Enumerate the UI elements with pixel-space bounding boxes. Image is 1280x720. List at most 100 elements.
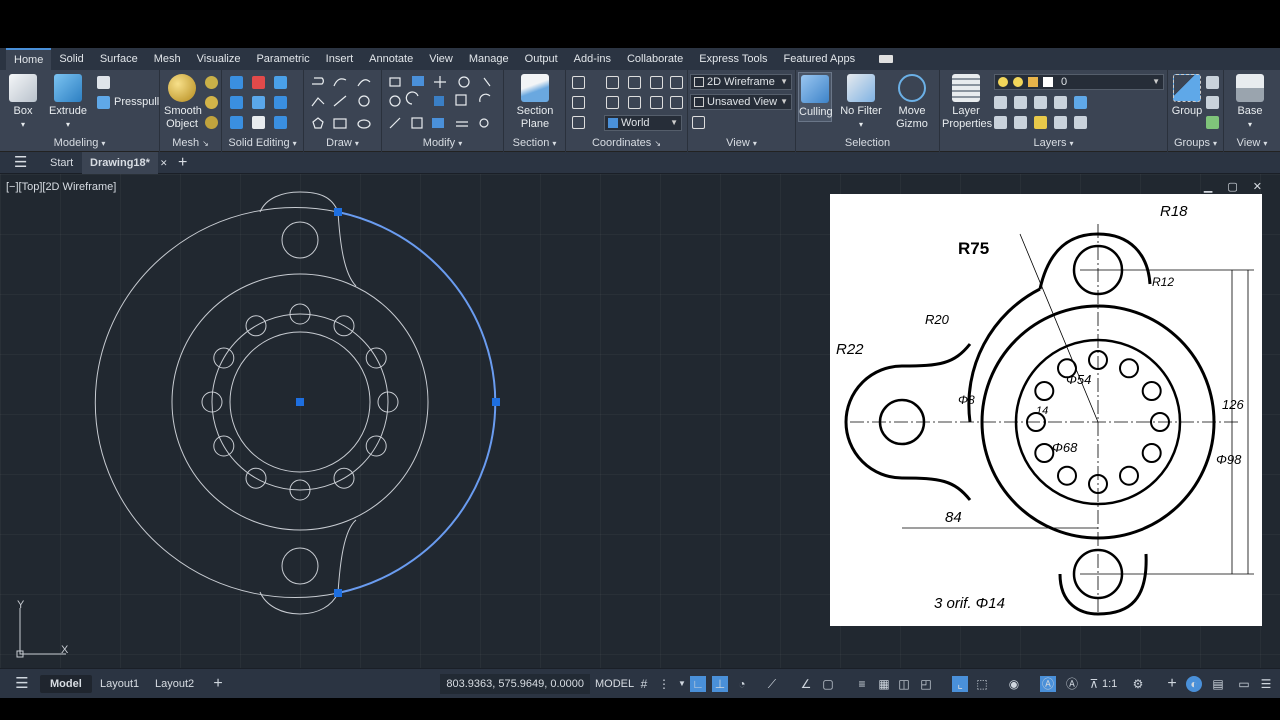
polar-icon[interactable]: ◔ (734, 676, 750, 692)
isolate-objects-icon[interactable]: ◐ (1186, 676, 1202, 692)
union-icon[interactable] (230, 76, 243, 89)
separate-icon[interactable] (274, 116, 287, 129)
ortho-icon[interactable]: ∟ (690, 676, 706, 692)
panel-layers-title[interactable]: Layers ▾ (940, 136, 1167, 150)
gizmo-icon[interactable]: ◉ (1006, 676, 1022, 692)
ucs-icon[interactable] (572, 76, 585, 89)
ucs-world-icon[interactable] (606, 76, 619, 89)
graphics-performance-icon[interactable]: ▤ (1210, 676, 1226, 692)
extrude-button[interactable]: Extrude ▾ (48, 74, 88, 131)
transparency-icon[interactable]: ▦ (876, 676, 892, 692)
layer-tool-2-icon[interactable] (1014, 96, 1027, 109)
panel-selection-title[interactable]: Selection (796, 136, 939, 150)
ucs-3point-icon[interactable] (572, 96, 585, 109)
grid-icon[interactable]: # (636, 676, 652, 692)
reference-drawing-image[interactable]: R75 R18 R12 R20 R22 Φ8 14 Φ54 Φ68 Φ98 12… (830, 194, 1262, 626)
coordinate-readout[interactable]: 803.9363, 575.9649, 0.0000 (440, 674, 590, 694)
customize-icon[interactable]: ☰ (1258, 676, 1274, 692)
group-button[interactable]: Group (1170, 74, 1204, 118)
culling-button[interactable]: Culling (798, 72, 833, 122)
layer-tool-7-icon[interactable] (1014, 116, 1027, 129)
selection-cycling-icon[interactable]: ◫ (896, 676, 912, 692)
mesh-refine-icon[interactable] (205, 96, 218, 109)
extract-edges-icon[interactable] (274, 96, 287, 109)
section-plane-button[interactable]: Section Plane (512, 74, 558, 131)
ungroup-icon[interactable] (1206, 76, 1219, 89)
ucs-x-icon[interactable] (606, 96, 619, 109)
auto-scale-icon[interactable]: Ⓐ (1064, 676, 1080, 692)
tab-mesh[interactable]: Mesh (146, 48, 189, 70)
start-tab[interactable]: Start (50, 152, 73, 174)
thicken-icon[interactable] (230, 116, 243, 129)
tab-surface[interactable]: Surface (92, 48, 146, 70)
layer-tool-4-icon[interactable] (1054, 96, 1067, 109)
clean-screen-icon[interactable]: ▭ (1236, 676, 1252, 692)
selection-filter-icon[interactable]: ⬚ (974, 676, 990, 692)
ucs-z-icon[interactable] (650, 96, 663, 109)
workspace-gear-icon[interactable]: ⚙ (1130, 676, 1146, 692)
panel-groups-title[interactable]: Groups ▾ (1168, 136, 1223, 150)
intersect-icon[interactable] (274, 76, 287, 89)
tab-annotate[interactable]: Annotate (361, 48, 421, 70)
panel-solid-editing-title[interactable]: Solid Editing ▾ (222, 136, 303, 150)
subtract-icon[interactable] (252, 76, 265, 89)
tab-parametric[interactable]: Parametric (248, 48, 317, 70)
tab-collaborate[interactable]: Collaborate (619, 48, 691, 70)
cad-geometry[interactable] (0, 174, 820, 668)
viewport-window-controls[interactable]: ▁ ▢ ✕ (1204, 180, 1268, 193)
menu-icon[interactable]: ☰ (14, 152, 27, 174)
snap-dropdown-icon[interactable]: ▼ (674, 676, 690, 692)
draw-tools-icons[interactable] (308, 74, 380, 132)
tab-featured-apps[interactable]: Featured Apps (776, 48, 864, 70)
3d-osnap-icon[interactable]: ◰ (918, 676, 934, 692)
layer-tool-3-icon[interactable] (1034, 96, 1047, 109)
tab-home[interactable]: Home (6, 48, 52, 70)
tab-visualize[interactable]: Visualize (189, 48, 249, 70)
panel-modify-title[interactable]: Modify ▾ (382, 136, 503, 150)
layer-tool-8-icon[interactable] (1034, 116, 1047, 129)
panel-mesh-title[interactable]: Mesh ↘ (160, 136, 221, 150)
panel-modeling-title[interactable]: Modeling ▾ (0, 136, 159, 150)
tab-solid[interactable]: Solid (51, 48, 91, 70)
box-button[interactable]: Box ▾ (8, 74, 38, 131)
interfere-icon[interactable] (252, 96, 265, 109)
layout-tab-model[interactable]: Model (40, 675, 92, 693)
ucs-object-icon[interactable] (670, 76, 683, 89)
ucs-y-icon[interactable] (628, 96, 641, 109)
move-gizmo-button[interactable]: Move Gizmo (892, 74, 932, 131)
polysolid-icon[interactable] (97, 76, 110, 89)
tab-output[interactable]: Output (517, 48, 566, 70)
base-view-button[interactable]: Base ▾ (1230, 74, 1270, 131)
tab-manage[interactable]: Manage (461, 48, 517, 70)
tab-insert[interactable]: Insert (318, 48, 362, 70)
mesh-sphere-icon[interactable] (205, 76, 218, 89)
isodraft-icon[interactable]: ⟋ (764, 676, 780, 692)
ucs-named-icon[interactable] (572, 116, 585, 129)
snap-icon[interactable]: ⋮ (656, 676, 672, 692)
new-tab-icon[interactable]: + (178, 152, 187, 174)
ucs-origin-icon[interactable] (628, 76, 641, 89)
modify-tools-icons[interactable] (386, 74, 498, 132)
osnap-icon[interactable]: ▢ (820, 676, 836, 692)
layer-tool-5-icon[interactable] (1074, 96, 1087, 109)
layout-menu-icon[interactable]: ☰ (14, 676, 30, 692)
presspull-label[interactable]: Presspull (114, 96, 159, 108)
layer-properties-button[interactable]: Layer Properties (942, 74, 992, 131)
smooth-object-button[interactable]: Smooth Object (164, 74, 202, 131)
named-view-combo[interactable]: Unsaved View ▼ (690, 94, 792, 110)
panel-view-base-title[interactable]: View ▾ (1224, 136, 1280, 150)
annotation-scale-value[interactable]: 1:1 (1102, 675, 1117, 693)
group-select-icon[interactable] (1206, 116, 1219, 129)
shell-icon[interactable] (252, 116, 265, 129)
panel-section-title[interactable]: Section ▾ (504, 136, 565, 150)
panel-view-title[interactable]: View ▾ (688, 136, 795, 150)
layer-tool-6-icon[interactable] (994, 116, 1007, 129)
ucs-view-icon[interactable] (650, 76, 663, 89)
layer-tool-1-icon[interactable] (994, 96, 1007, 109)
layer-combo[interactable]: 0 ▼ (994, 74, 1164, 90)
slice-icon[interactable] (230, 96, 243, 109)
tab-express-tools[interactable]: Express Tools (691, 48, 775, 70)
layout-tab-layout2[interactable]: Layout2 (155, 675, 194, 693)
lineweight-icon[interactable]: ≡ (854, 676, 870, 692)
tab-add-ins[interactable]: Add-ins (566, 48, 619, 70)
